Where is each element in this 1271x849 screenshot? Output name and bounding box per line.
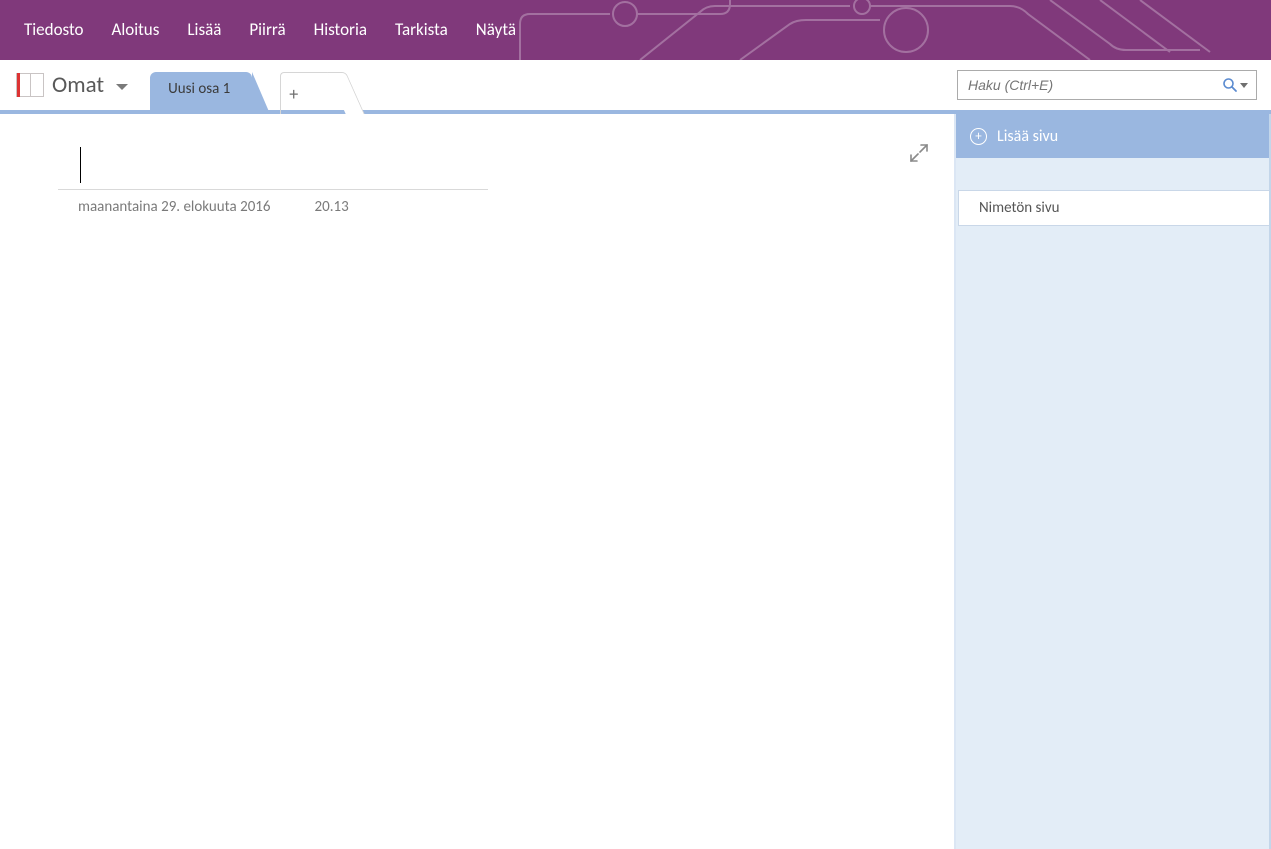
page-list-spacer	[956, 158, 1269, 190]
ribbon-tab-insert[interactable]: Lisää	[173, 9, 235, 52]
page-list-item[interactable]: Nimetön sivu	[958, 190, 1269, 226]
note-date: maanantaina 29. elokuuta 2016	[78, 198, 271, 216]
ribbon-tab-file[interactable]: Tiedosto	[10, 9, 98, 52]
content-area: maanantaina 29. elokuuta 2016 20.13 + Li…	[0, 114, 1271, 849]
text-cursor	[80, 147, 81, 183]
section-tab-label: Uusi osa 1	[168, 80, 230, 98]
note-time: 20.13	[315, 198, 349, 216]
ribbon-tab-draw[interactable]: Piirrä	[235, 9, 299, 52]
note-canvas[interactable]: maanantaina 29. elokuuta 2016 20.13	[0, 114, 956, 849]
ribbon-tab-view[interactable]: Näytä	[462, 9, 530, 52]
search-icon	[1222, 77, 1238, 93]
add-page-label: Lisää sivu	[997, 127, 1058, 146]
chevron-down-icon	[116, 84, 128, 90]
plus-icon: +	[289, 83, 298, 105]
page-list-pane: + Lisää sivu Nimetön sivu	[956, 114, 1271, 849]
chevron-down-icon[interactable]	[1240, 83, 1248, 88]
ribbon-tab-history[interactable]: Historia	[300, 9, 381, 52]
expand-icon[interactable]	[910, 144, 928, 162]
page-title-area[interactable]: maanantaina 29. elokuuta 2016 20.13	[58, 147, 488, 216]
section-bar: Omat Uusi osa 1 +	[0, 60, 1271, 114]
ribbon-tab-home[interactable]: Aloitus	[98, 9, 174, 52]
notebook-label: Omat	[52, 71, 104, 99]
add-page-button[interactable]: + Lisää sivu	[956, 114, 1269, 158]
title-divider	[58, 189, 488, 190]
search-input[interactable]	[958, 77, 1222, 93]
ribbon-tab-review[interactable]: Tarkista	[381, 9, 462, 52]
notebook-picker[interactable]: Omat	[0, 60, 138, 110]
add-section-button[interactable]: +	[280, 72, 328, 114]
ribbon: Tiedosto Aloitus Lisää Piirrä Historia T…	[0, 0, 1271, 60]
notebook-icon	[16, 73, 44, 97]
plus-circle-icon: +	[970, 128, 987, 145]
search-box[interactable]	[957, 70, 1257, 100]
section-tab-active[interactable]: Uusi osa 1	[150, 72, 252, 114]
page-item-label: Nimetön sivu	[979, 199, 1060, 217]
